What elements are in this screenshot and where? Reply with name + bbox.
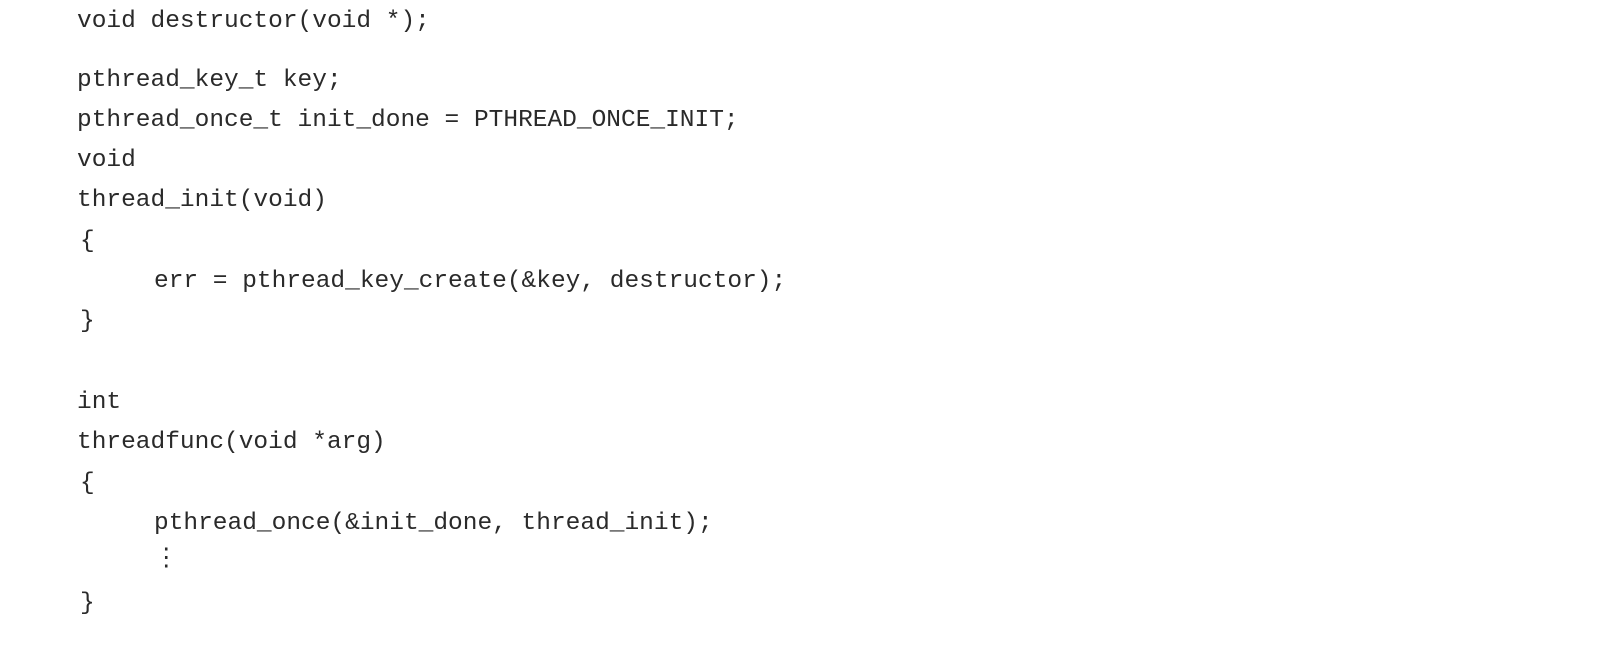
- code-line: }: [80, 590, 95, 617]
- code-line: {: [80, 470, 95, 497]
- code-line: threadfunc(void *arg): [77, 429, 386, 456]
- code-line: pthread_once(&init_done, thread_init);: [154, 510, 713, 537]
- code-listing: void destructor(void *); pthread_key_t k…: [0, 0, 1614, 654]
- code-line: ⋮: [154, 546, 179, 573]
- code-line: pthread_once_t init_done = PTHREAD_ONCE_…: [77, 107, 739, 134]
- code-line: void: [77, 147, 136, 174]
- code-line: err = pthread_key_create(&key, destructo…: [154, 268, 787, 295]
- code-line: }: [80, 308, 95, 335]
- code-line: int: [77, 389, 122, 416]
- code-line: void destructor(void *);: [77, 8, 430, 35]
- code-line: pthread_key_t key;: [77, 67, 342, 94]
- code-line: thread_init(void): [77, 187, 327, 214]
- code-line: {: [80, 228, 95, 255]
